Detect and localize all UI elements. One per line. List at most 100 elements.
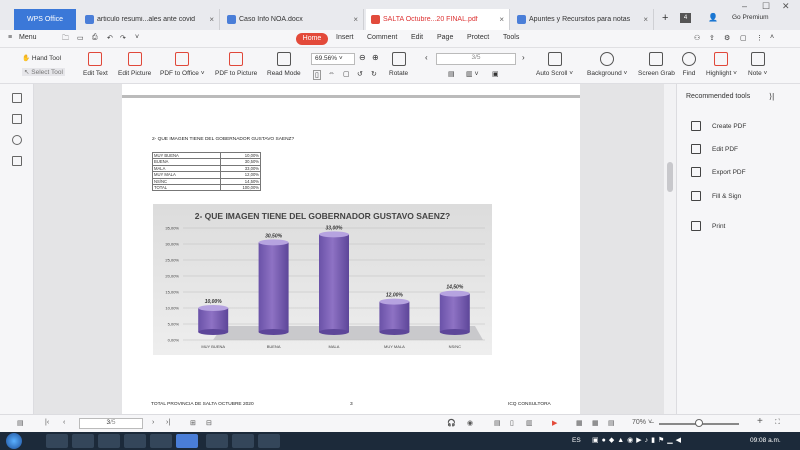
close-window-icon[interactable]: ✕: [782, 1, 790, 12]
rotate-button[interactable]: Rotate: [389, 52, 408, 77]
read-mode-button[interactable]: Read Mode: [267, 52, 301, 77]
taskbar-app-2[interactable]: [206, 434, 228, 448]
export-pdf-item[interactable]: Export PDF: [691, 166, 746, 178]
window-icon[interactable]: ▢: [740, 34, 747, 42]
highlight-button[interactable]: Highlight ˅: [706, 52, 737, 77]
hand-tool-button[interactable]: ✋ Hand Tool: [22, 54, 61, 62]
save-icon[interactable]: ▭: [77, 34, 84, 42]
tab-count-badge[interactable]: 4: [680, 13, 691, 23]
pdf-to-picture-button[interactable]: PDF to Picture: [215, 52, 257, 77]
view-mode-1-icon[interactable]: ▤: [494, 419, 501, 427]
scroll-thumb[interactable]: [667, 162, 673, 192]
tab-protect[interactable]: Protect: [467, 34, 489, 41]
close-icon[interactable]: ×: [209, 15, 214, 24]
taskbar-wps[interactable]: [232, 434, 254, 448]
zoom-in-icon[interactable]: ⊕: [372, 53, 379, 62]
zoom-out-icon[interactable]: ⊖: [359, 53, 366, 62]
taskbar-app[interactable]: [98, 434, 120, 448]
close-icon[interactable]: ×: [499, 15, 504, 24]
zoom-minus-icon[interactable]: –: [650, 419, 654, 426]
edit-pdf-item[interactable]: Edit PDF: [691, 143, 738, 155]
tab-tools[interactable]: Tools: [503, 34, 519, 41]
tray-icons[interactable]: ▣●◆▲◉▶♪▮⚑▁◀: [592, 436, 684, 444]
hamburger-icon[interactable]: ≡: [8, 34, 12, 41]
thumbnails-icon[interactable]: [12, 114, 22, 124]
bookmark-icon[interactable]: [12, 93, 22, 103]
tab-home[interactable]: Home: [296, 33, 328, 45]
taskbar-app-3[interactable]: [258, 434, 280, 448]
select-tool-button[interactable]: ↖ Select Tool: [22, 68, 65, 76]
play-icon[interactable]: ▶: [552, 419, 557, 427]
fit-icon-3[interactable]: ▤: [608, 419, 615, 427]
chevron-down-icon[interactable]: ˅: [135, 34, 139, 41]
page-number-input[interactable]: 3/5: [436, 53, 516, 65]
eye-icon[interactable]: ◉: [467, 419, 473, 427]
edit-text-button[interactable]: Edit Text: [83, 52, 108, 77]
share-icon[interactable]: ⇪: [709, 34, 715, 42]
shapes-icon[interactable]: [12, 135, 22, 145]
chevron-up-icon[interactable]: ˄: [770, 34, 774, 41]
redo-icon[interactable]: ↷: [120, 34, 126, 42]
find-button[interactable]: Find: [682, 52, 696, 77]
next-page-icon[interactable]: ›: [522, 53, 525, 62]
two-page-icon[interactable]: ▥ ˅: [466, 70, 479, 78]
language-indicator[interactable]: ES: [572, 437, 581, 444]
settings-icon[interactable]: ⚙: [724, 34, 730, 42]
tab-insert[interactable]: Insert: [336, 34, 354, 41]
zoom-slider-knob[interactable]: [695, 419, 703, 427]
tab-comment[interactable]: Comment: [367, 34, 397, 41]
fit-icon-1[interactable]: ▦: [576, 419, 583, 427]
taskbar-explorer[interactable]: [46, 434, 68, 448]
screen-grab-button[interactable]: Screen Grab: [638, 52, 675, 77]
prev-page-icon[interactable]: ‹: [63, 419, 65, 426]
background-button[interactable]: Background ˅: [587, 52, 627, 77]
folder-icon[interactable]: 🗀: [62, 34, 69, 45]
first-page-icon[interactable]: |‹: [45, 419, 49, 426]
print-icon[interactable]: ⎙: [92, 34, 98, 42]
doc-tab-salta[interactable]: SALTA Octubre...20 FINAL.pdf ×: [366, 9, 510, 30]
close-icon[interactable]: ×: [643, 15, 648, 24]
wps-office-tab[interactable]: WPS Office: [14, 9, 76, 30]
rotate-right-icon[interactable]: ↻: [371, 70, 377, 78]
vertical-scrollbar[interactable]: [664, 84, 676, 414]
collapse-panel-icon[interactable]: ⟩|: [769, 92, 774, 101]
maximize-icon[interactable]: ☐: [762, 1, 770, 12]
doc-tab-articulo[interactable]: articulo resumi...ales ante covid ×: [80, 9, 220, 30]
document-area[interactable]: 2- QUE IMAGEN TIENE DEL GOBERNADOR GUSTA…: [34, 84, 664, 414]
fit-page-icon[interactable]: ▯: [313, 70, 321, 80]
view-mode-2-icon[interactable]: ▯: [510, 419, 514, 427]
edit-picture-button[interactable]: Edit Picture: [118, 52, 151, 77]
headphones-icon[interactable]: 🎧: [447, 419, 456, 427]
doc-tab-caso[interactable]: Caso Info NOA.docx ×: [222, 9, 364, 30]
rotate-left-icon[interactable]: ↺: [357, 70, 363, 78]
fit-icon-2[interactable]: ▦: [592, 419, 599, 427]
print-item[interactable]: Print: [691, 220, 725, 232]
zoom-select[interactable]: 69.56% ˅: [311, 53, 355, 65]
pdf-to-office-button[interactable]: PDF to Office ˅: [160, 52, 205, 77]
close-icon[interactable]: ×: [353, 15, 358, 24]
fullscreen-icon[interactable]: ⛶: [775, 419, 780, 427]
auto-scroll-button[interactable]: Auto Scroll ˅: [536, 52, 573, 77]
fit-width-icon[interactable]: ⇔: [328, 70, 335, 77]
next-page-icon[interactable]: ›: [152, 419, 154, 426]
sidebar-toggle-icon[interactable]: ▤: [17, 419, 24, 427]
insert-icon[interactable]: ⊟: [206, 419, 212, 427]
note-button[interactable]: Note ˅: [748, 52, 767, 77]
taskbar-word[interactable]: [176, 434, 198, 448]
menu-button[interactable]: Menu: [19, 34, 37, 41]
add-page-icon[interactable]: ⊞: [190, 419, 196, 427]
minimize-icon[interactable]: –: [742, 1, 747, 11]
tab-page[interactable]: Page: [437, 34, 453, 41]
attachments-icon[interactable]: [12, 156, 22, 166]
zoom-plus-icon[interactable]: +: [757, 416, 763, 427]
create-pdf-item[interactable]: Create PDF: [691, 120, 746, 132]
more-icon[interactable]: ⋮: [756, 34, 763, 42]
actual-size-icon[interactable]: ▢: [343, 70, 350, 78]
taskbar-media[interactable]: [150, 434, 172, 448]
last-page-icon[interactable]: ›|: [166, 419, 170, 426]
undo-icon[interactable]: ↶: [107, 34, 113, 42]
go-premium-link[interactable]: Go Premium: [732, 14, 768, 21]
fill-sign-item[interactable]: Fill & Sign: [691, 190, 741, 202]
view-mode-3-icon[interactable]: ▥: [526, 419, 533, 427]
new-tab-icon[interactable]: +: [662, 12, 668, 24]
